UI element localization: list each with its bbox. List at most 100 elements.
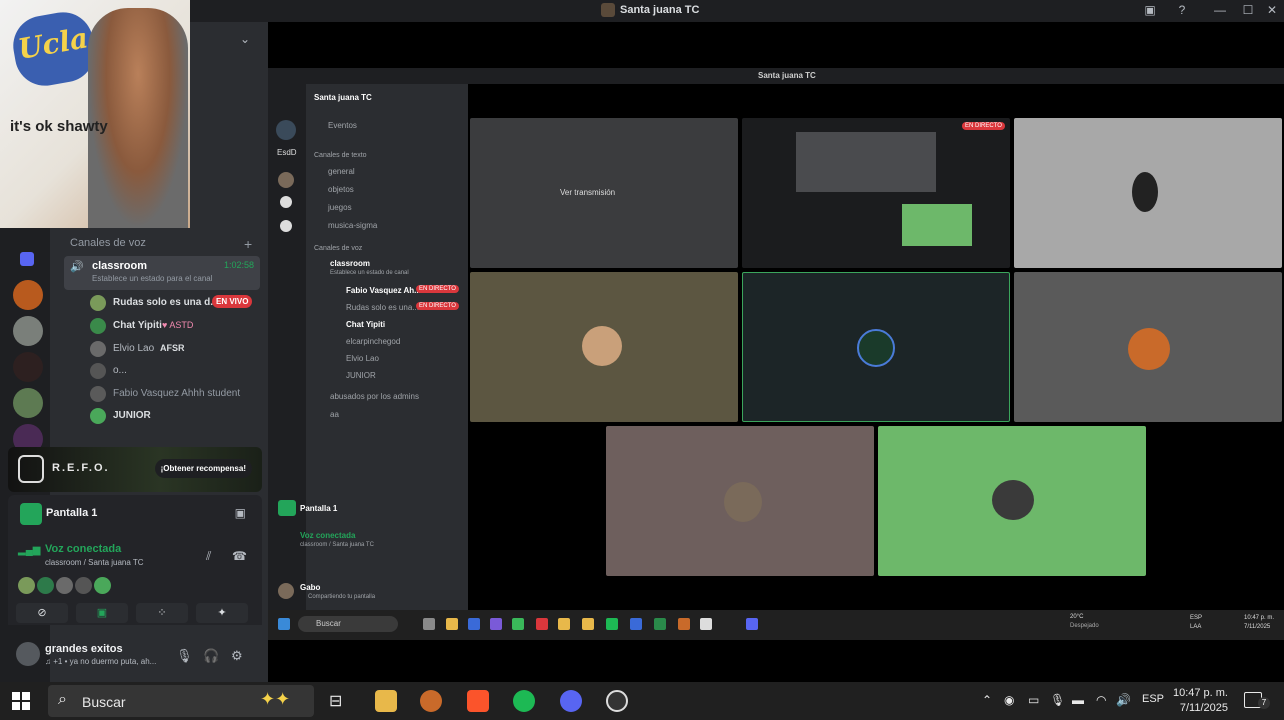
stream-member: Chat Yipiti — [346, 320, 386, 329]
voice-channels-header[interactable]: Canales de voz — [70, 237, 146, 249]
windows-start-icon — [278, 618, 290, 630]
discord-icon[interactable] — [560, 690, 582, 712]
battery-icon[interactable]: ▬ — [1072, 693, 1084, 707]
spotify-icon[interactable] — [513, 690, 535, 712]
sparkle-icon: ✦✦ — [260, 689, 291, 709]
video-tile-speaking[interactable] — [742, 272, 1010, 422]
stream-screen-label: Pantalla 1 — [300, 504, 338, 513]
brave-icon[interactable] — [467, 690, 489, 712]
weather-desc: Despejado — [1070, 623, 1099, 629]
stop-stream-icon[interactable]: ▣ — [235, 506, 246, 520]
obs-icon[interactable] — [606, 690, 628, 712]
screen-icon — [278, 500, 296, 516]
task-view-icon[interactable]: ⊟ — [329, 691, 342, 711]
promo-banner: R.E.F.O. ¡Obtener recompensa! — [8, 447, 262, 492]
stream-lang: ESP — [1190, 615, 1203, 621]
watch-stream-button[interactable]: Ver transmisión — [560, 188, 615, 197]
stream-live-badge: EN DIRECTO — [416, 302, 459, 310]
app-icon — [654, 618, 666, 630]
avatar[interactable] — [16, 642, 40, 666]
stream-voice-channel: classroom — [330, 259, 371, 268]
server-icon[interactable] — [13, 316, 43, 346]
fl-studio-icon[interactable] — [420, 690, 442, 712]
voice-location: classroom / Santa juana TC — [45, 558, 144, 567]
stream-channel-status: Establece un estado de canal — [330, 270, 409, 276]
voice-connected-label[interactable]: Voz conectada — [45, 543, 121, 555]
avatar — [90, 318, 106, 334]
video-tile[interactable] — [606, 426, 874, 576]
soundboard-button[interactable]: ✦ — [196, 603, 248, 623]
stream-lang2: LAA — [1190, 624, 1202, 630]
stream-view[interactable]: Santa juana TC EsdD Santa juana TC Event… — [268, 68, 1284, 640]
ucla-logo: Ucla — [8, 7, 100, 91]
maximize-button[interactable]: ☐ — [1238, 3, 1258, 17]
avatar — [992, 480, 1034, 520]
close-button[interactable]: ✕ — [1262, 3, 1282, 17]
noise-suppression-icon[interactable]: ⫽ — [206, 549, 211, 564]
user-panel: grandes exitos ♫ +1 • ya no duermo puta,… — [8, 634, 262, 678]
video-tile[interactable] — [1014, 118, 1282, 268]
server-icon[interactable] — [13, 388, 43, 418]
stream-text-header: Canales de texto — [314, 152, 367, 159]
taskbar-search[interactable]: ⌕ Buscar ✦✦ — [48, 685, 314, 717]
activities-button[interactable]: ⁘ — [136, 603, 188, 623]
search-placeholder: Buscar — [82, 694, 126, 710]
live-badge: EN VIVO — [212, 295, 253, 308]
app-icon — [582, 618, 594, 630]
app-tray-icon[interactable]: ▭ — [1028, 693, 1039, 707]
claim-reward-button[interactable]: ¡Obtener recompensa! — [154, 459, 252, 478]
stream-other-channel: abusados por los admins — [330, 392, 419, 401]
video-tile[interactable] — [1014, 272, 1282, 422]
help-icon[interactable]: ? — [1172, 3, 1192, 17]
voice-channel-classroom[interactable]: 🔊 classroom 1:02:58 Establece un estado … — [64, 256, 260, 290]
video-tile[interactable] — [470, 272, 738, 422]
signal-icon[interactable]: ▂▄▆ — [18, 545, 40, 556]
microphone-icon[interactable]: 🎙 — [1050, 693, 1065, 707]
server-icon[interactable] — [20, 252, 34, 266]
disconnect-icon[interactable]: ☎ — [232, 549, 247, 563]
clock[interactable]: 10:47 p. m. 7/11/2025 — [1170, 686, 1228, 716]
app-icon — [700, 618, 712, 630]
video-tile-stream[interactable]: EN DIRECTO — [742, 118, 1010, 268]
file-explorer-icon[interactable] — [375, 690, 397, 712]
chevron-up-icon[interactable]: ⌃ — [982, 693, 992, 707]
server-icon — [278, 172, 294, 188]
gear-icon[interactable]: ⚙ — [231, 648, 243, 664]
volume-icon[interactable]: 🔊 — [1116, 693, 1131, 707]
chevron-down-icon[interactable]: ⌄ — [240, 32, 250, 46]
notification-count: 7 — [1258, 697, 1270, 709]
microphone-icon[interactable]: 🎙 — [176, 648, 193, 664]
share-screen-button[interactable]: ▣ — [76, 603, 128, 623]
member-tag: ♥ ASTD — [162, 320, 194, 330]
app-icon — [678, 618, 690, 630]
headphones-icon[interactable]: 🎧 — [203, 648, 219, 664]
stream-voice-connected: Voz conectada — [300, 531, 356, 540]
stream-server-name: Santa juana TC — [314, 93, 372, 102]
avatar — [90, 341, 106, 357]
avatar — [1128, 328, 1170, 370]
stream-search-text: Buscar — [316, 619, 341, 628]
record-icon[interactable]: ◉ — [1004, 693, 1014, 707]
language-indicator[interactable]: ESP — [1142, 693, 1164, 705]
windows-start-icon[interactable] — [12, 692, 30, 710]
channel-name: classroom — [92, 260, 148, 272]
helmet-icon — [18, 455, 44, 483]
windows-taskbar: ⌕ Buscar ✦✦ ⊟ ⌃ ◉ ▭ 🎙 ▬ ◠ 🔊 ESP 10:47 p.… — [0, 682, 1284, 720]
avatar — [94, 577, 111, 594]
user-name[interactable]: grandes exitos — [45, 643, 123, 655]
avatar — [278, 583, 294, 599]
add-channel-button[interactable]: + — [244, 236, 252, 252]
video-tile[interactable] — [878, 426, 1146, 576]
webcam-caption: it's ok shawty — [10, 118, 108, 135]
minimize-button[interactable]: — — [1210, 3, 1230, 17]
server-icon — [601, 3, 615, 17]
server-icon[interactable] — [13, 352, 43, 382]
avatar — [90, 386, 106, 402]
server-icon[interactable] — [13, 280, 43, 310]
stream-live-badge: EN DIRECTO — [416, 285, 459, 293]
stream-video-grid: Ver transmisión EN DIRECTO — [468, 84, 1284, 610]
inbox-icon[interactable]: ▣ — [1140, 3, 1160, 17]
title-bar: Santa juana TC ▣ ? — ☐ ✕ — [0, 0, 1284, 22]
wifi-icon[interactable]: ◠ — [1096, 693, 1106, 707]
camera-off-button[interactable]: ⊘ — [16, 603, 68, 623]
